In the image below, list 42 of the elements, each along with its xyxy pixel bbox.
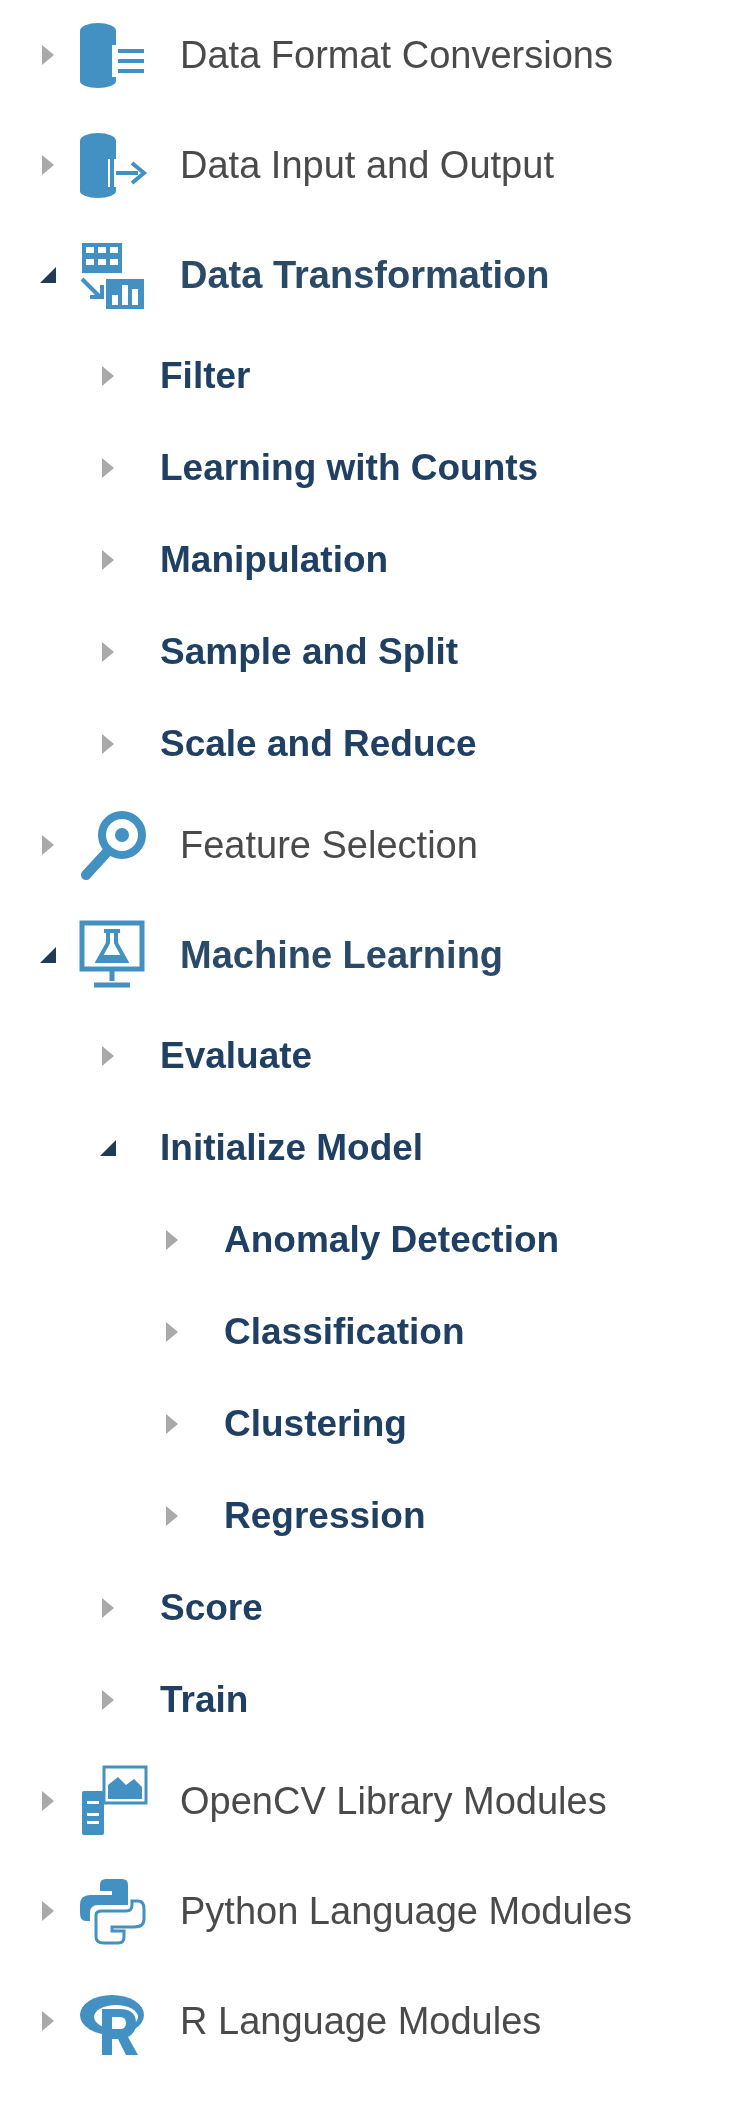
tree-item-label[interactable]: Classification xyxy=(224,1304,465,1360)
expanded-arrow-icon[interactable] xyxy=(40,947,56,963)
collapsed-arrow-icon[interactable] xyxy=(102,734,114,754)
collapsed-arrow-icon[interactable] xyxy=(42,45,54,65)
collapsed-arrow-icon[interactable] xyxy=(166,1414,178,1434)
tree-item-label[interactable]: Evaluate xyxy=(160,1028,313,1084)
collapsed-arrow-icon[interactable] xyxy=(102,550,114,570)
tree-item-label[interactable]: Clustering xyxy=(224,1396,407,1452)
tree-item-label[interactable]: R Language Modules xyxy=(180,1992,542,2050)
expanded-arrow-icon[interactable] xyxy=(40,267,56,283)
tree-item-label[interactable]: Regression xyxy=(224,1488,426,1544)
tree-item-label[interactable]: Data Input and Output xyxy=(180,136,554,194)
tree-item-label[interactable]: Python Language Modules xyxy=(180,1882,633,1940)
collapsed-arrow-icon[interactable] xyxy=(42,1901,54,1921)
expanded-arrow-icon[interactable] xyxy=(100,1140,116,1156)
collapsed-arrow-icon[interactable] xyxy=(166,1322,178,1342)
tree-item-label[interactable]: Filter xyxy=(160,348,251,404)
collapsed-arrow-icon[interactable] xyxy=(166,1506,178,1526)
tree-item-label[interactable]: Train xyxy=(160,1672,249,1728)
collapsed-arrow-icon[interactable] xyxy=(42,1791,54,1811)
collapsed-arrow-icon[interactable] xyxy=(166,1230,178,1250)
tree-item-label[interactable]: Initialize Model xyxy=(160,1120,424,1176)
tree-item-label[interactable]: OpenCV Library Modules xyxy=(180,1772,607,1830)
collapsed-arrow-icon[interactable] xyxy=(42,2011,54,2031)
tree-item-label[interactable]: Learning with Counts xyxy=(160,440,539,496)
tree-item-label[interactable]: Score xyxy=(160,1580,263,1636)
tree-item-label[interactable]: Manipulation xyxy=(160,532,389,588)
tree-item-label[interactable]: Data Transformation xyxy=(180,246,550,304)
collapsed-arrow-icon[interactable] xyxy=(42,835,54,855)
tree-item-label[interactable]: Anomaly Detection xyxy=(224,1212,560,1268)
collapsed-arrow-icon[interactable] xyxy=(42,155,54,175)
tree-item-label[interactable]: Scale and Reduce xyxy=(160,716,477,772)
collapsed-arrow-icon[interactable] xyxy=(102,1598,114,1618)
tree-item-label[interactable]: Sample and Split xyxy=(160,624,459,680)
collapsed-arrow-icon[interactable] xyxy=(102,642,114,662)
collapsed-arrow-icon[interactable] xyxy=(102,458,114,478)
collapsed-arrow-icon[interactable] xyxy=(102,1046,114,1066)
collapsed-arrow-icon[interactable] xyxy=(102,1690,114,1710)
tree-item-label[interactable]: Machine Learning xyxy=(180,926,504,984)
tree-item-label[interactable]: Data Format Conversions xyxy=(180,26,613,84)
tree-item-label[interactable]: Feature Selection xyxy=(180,816,478,874)
collapsed-arrow-icon[interactable] xyxy=(102,366,114,386)
